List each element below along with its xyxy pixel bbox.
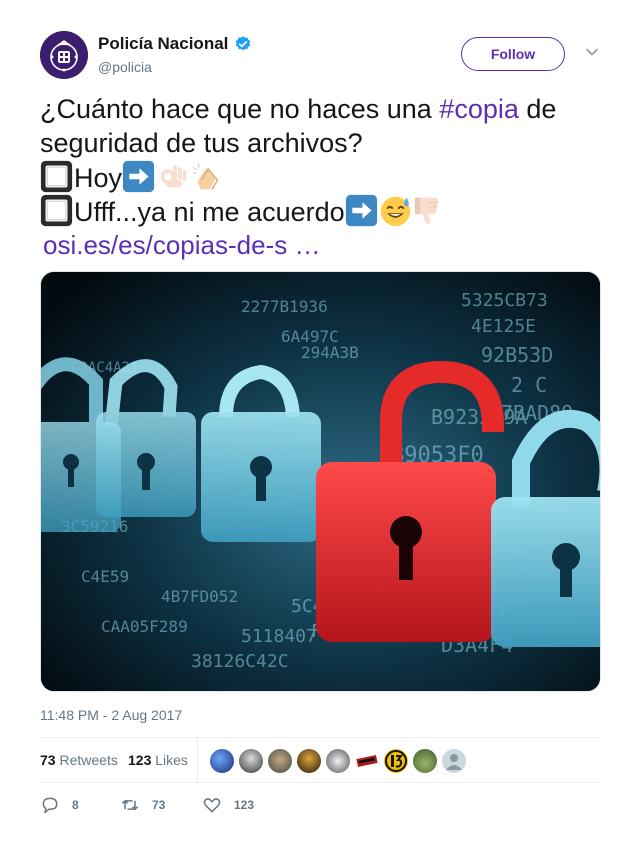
tweet-text-segment: ¿Cuánto hace que no haces una — [40, 94, 440, 124]
checkbox-icon — [40, 194, 73, 227]
tweet-media-image[interactable]: 5325CB73 4E125E 92B53D 2 C 7BAD89 B92358… — [40, 271, 601, 692]
reply-icon — [42, 797, 58, 814]
liker-avatar[interactable] — [297, 749, 321, 773]
checkbox-icon — [40, 160, 73, 193]
reply-button[interactable]: 8 — [40, 795, 79, 815]
tweet-text-segment: de — [518, 94, 557, 124]
svg-text:92B53D: 92B53D — [481, 343, 553, 367]
retweets-label: Retweets — [59, 752, 118, 768]
tweet-timestamp[interactable]: 11:48 PM - 2 Aug 2017 — [40, 707, 182, 723]
likes-stat[interactable]: 123 Likes — [128, 752, 188, 768]
svg-text:294A3B: 294A3B — [301, 343, 359, 362]
tweet-text: ¿Cuánto hace que no haces una #copia de … — [40, 92, 600, 262]
like-count: 123 — [234, 798, 255, 812]
number-badge-icon — [385, 750, 407, 772]
svg-text:5325CB73: 5325CB73 — [461, 290, 548, 311]
verified-badge-icon — [236, 36, 251, 51]
tweet-stats: 73 Retweets 123 Likes — [40, 737, 600, 783]
liker-avatar[interactable] — [413, 749, 437, 773]
like-button[interactable]: 123 — [202, 795, 254, 815]
svg-text:5118407: 5118407 — [241, 626, 317, 647]
tweet-line-2: seguridad de tus archivos? — [40, 128, 363, 158]
liker-avatar[interactable] — [326, 749, 350, 773]
tweet-header: Policía Nacional @policia Follow — [40, 31, 600, 83]
likes-count: 123 — [128, 752, 152, 768]
liker-avatar[interactable] — [210, 749, 234, 773]
tweet-option-1: Hoy — [40, 160, 600, 194]
reply-count: 8 — [72, 798, 79, 812]
liker-avatar[interactable] — [442, 749, 466, 773]
heart-icon — [203, 798, 221, 813]
liker-avatar[interactable] — [239, 749, 263, 773]
liker-avatar[interactable] — [384, 749, 408, 773]
retweet-button[interactable]: 73 — [120, 795, 165, 815]
display-name[interactable]: Policía Nacional — [98, 34, 228, 54]
right-arrow-icon — [345, 194, 377, 227]
svg-text:B923589A: B923589A — [431, 405, 527, 429]
svg-text:C4E59: C4E59 — [81, 567, 129, 586]
police-crest-icon — [40, 31, 88, 79]
padlocks-binary-code-image: 5325CB73 4E125E 92B53D 2 C 7BAD89 B92358… — [41, 272, 600, 691]
svg-text:2 C: 2 C — [511, 373, 547, 397]
name-row: Policía Nacional — [98, 33, 252, 55]
option-1-label: Hoy — [74, 163, 123, 193]
follow-button[interactable]: Follow — [461, 37, 565, 71]
tweet-line-1: ¿Cuánto hace que no haces una #copia de — [40, 92, 600, 126]
likes-label: Likes — [155, 752, 188, 768]
svg-text:4B7FD052: 4B7FD052 — [161, 587, 238, 606]
user-handle[interactable]: @policia — [98, 59, 152, 75]
stats-divider — [197, 738, 198, 782]
liker-avatar[interactable] — [355, 749, 379, 773]
svg-text:4E125E: 4E125E — [471, 316, 536, 337]
ok-hand-icon — [160, 165, 187, 188]
clapping-hands-icon — [192, 163, 219, 190]
tweet-url-link[interactable]: osi.es/es/copias-de-s … — [40, 228, 600, 262]
liker-avatar[interactable] — [268, 749, 292, 773]
retweets-count: 73 — [40, 752, 56, 768]
retweet-icon — [121, 800, 139, 810]
hashtag-link[interactable]: #copia — [439, 94, 519, 124]
tweet-actions: 8 73 123 — [40, 795, 600, 817]
svg-text:2277B1936: 2277B1936 — [241, 297, 328, 316]
thumbs-down-icon — [414, 197, 438, 225]
tweet-option-2: Ufff...ya ni me acuerdo — [40, 194, 600, 228]
svg-text:38126C42C: 38126C42C — [191, 651, 289, 672]
chevron-down-icon[interactable] — [585, 45, 599, 59]
retweets-stat[interactable]: 73 Retweets — [40, 752, 118, 768]
liker-logo-icon — [356, 755, 378, 767]
retweet-count: 73 — [152, 798, 166, 812]
option-2-label: Ufff...ya ni me acuerdo — [74, 197, 345, 227]
svg-text:CAA05F289: CAA05F289 — [101, 617, 188, 636]
sweat-smile-icon — [380, 196, 410, 227]
avatar[interactable] — [40, 31, 88, 79]
default-avatar-icon — [446, 754, 462, 770]
right-arrow-icon — [122, 160, 155, 193]
